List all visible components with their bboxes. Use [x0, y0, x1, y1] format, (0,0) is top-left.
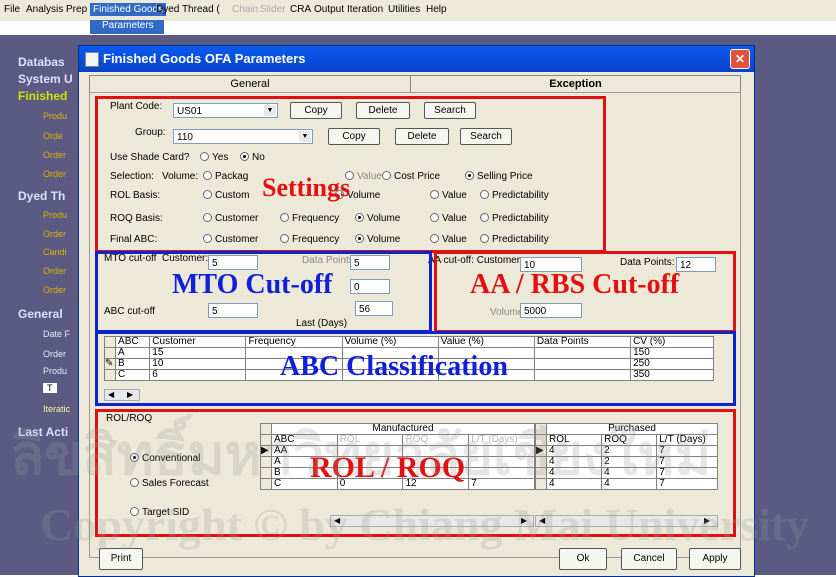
abc-annotation: ABC Classification — [280, 351, 508, 382]
nav-header-database[interactable]: Databas — [18, 55, 65, 69]
nav-item[interactable]: Order — [43, 150, 66, 160]
menu-chain[interactable]: Chain — [232, 4, 258, 15]
menu-dyed-thread[interactable]: Dyed Thread ( — [156, 4, 220, 15]
tab-exception[interactable]: Exception — [410, 75, 741, 93]
nav-item[interactable]: Order — [43, 169, 66, 179]
menu-analysis-prep[interactable]: Analysis Prep — [26, 4, 87, 15]
nav-header-dyed-thread[interactable]: Dyed Th — [18, 189, 65, 203]
menu-cra[interactable]: CRA — [290, 4, 311, 15]
nav-item[interactable]: Date F — [43, 329, 70, 339]
menu-bar: File Analysis Prep Finished Goods Dyed T… — [0, 0, 836, 21]
print-button[interactable]: Print — [99, 548, 143, 570]
ok-button[interactable]: Ok — [559, 548, 607, 570]
nav-item[interactable]: Iteratic — [43, 404, 70, 414]
menu-slider[interactable]: Slider — [260, 4, 286, 15]
cancel-button[interactable]: Cancel — [621, 548, 677, 570]
menu-help[interactable]: Help — [426, 4, 447, 15]
dialog-title: Finished Goods OFA Parameters — [103, 51, 306, 66]
menu-utilities[interactable]: Utilities — [388, 4, 420, 15]
nav-item[interactable]: Order — [43, 229, 66, 239]
nav-item[interactable]: Order — [43, 266, 66, 276]
nav-header-last-action[interactable]: Last Acti — [18, 425, 68, 439]
submenu-parameters[interactable]: Parameters — [90, 20, 164, 34]
nav-item[interactable]: Candi — [43, 247, 67, 257]
menu-finished-goods[interactable]: Finished Goods — [90, 3, 167, 16]
ofa-parameters-dialog: Finished Goods OFA Parameters ✕ General … — [78, 45, 755, 577]
close-icon[interactable]: ✕ — [730, 49, 750, 69]
nav-header-finished[interactable]: Finished — [18, 89, 67, 103]
dialog-icon — [85, 52, 99, 67]
rolroq-annotation: ROL / ROQ — [310, 451, 466, 484]
mto-annotation: MTO Cut-off — [172, 269, 333, 300]
aa-annotation: AA / RBS Cut-off — [470, 269, 680, 300]
nav-item[interactable]: Produ — [43, 111, 67, 121]
apply-button[interactable]: Apply — [689, 548, 741, 570]
nav-item[interactable]: Produ — [43, 366, 67, 376]
nav-item-selected[interactable]: T — [43, 383, 57, 393]
nav-header-system[interactable]: System U — [18, 72, 73, 86]
nav-item[interactable]: Order — [43, 285, 66, 295]
dialog-title-bar: Finished Goods OFA Parameters ✕ — [79, 46, 754, 72]
nav-item[interactable]: Orde — [43, 131, 63, 141]
nav-header-general[interactable]: General — [18, 307, 63, 321]
tab-panel: Plant Code: US01 ▼ Copy Delete Search Gro… — [89, 92, 741, 558]
tab-general[interactable]: General — [89, 75, 411, 93]
menu-iteration[interactable]: Iteration — [347, 4, 383, 15]
nav-item[interactable]: Produ — [43, 210, 67, 220]
nav-item[interactable]: Order — [43, 349, 66, 359]
settings-annotation: Settings — [262, 173, 351, 202]
menu-output[interactable]: Output — [314, 4, 344, 15]
settings-region-box — [95, 96, 606, 253]
menu-file[interactable]: File — [4, 4, 20, 15]
left-nav: Databas System U Finished Produ Orde Ord… — [0, 35, 84, 575]
